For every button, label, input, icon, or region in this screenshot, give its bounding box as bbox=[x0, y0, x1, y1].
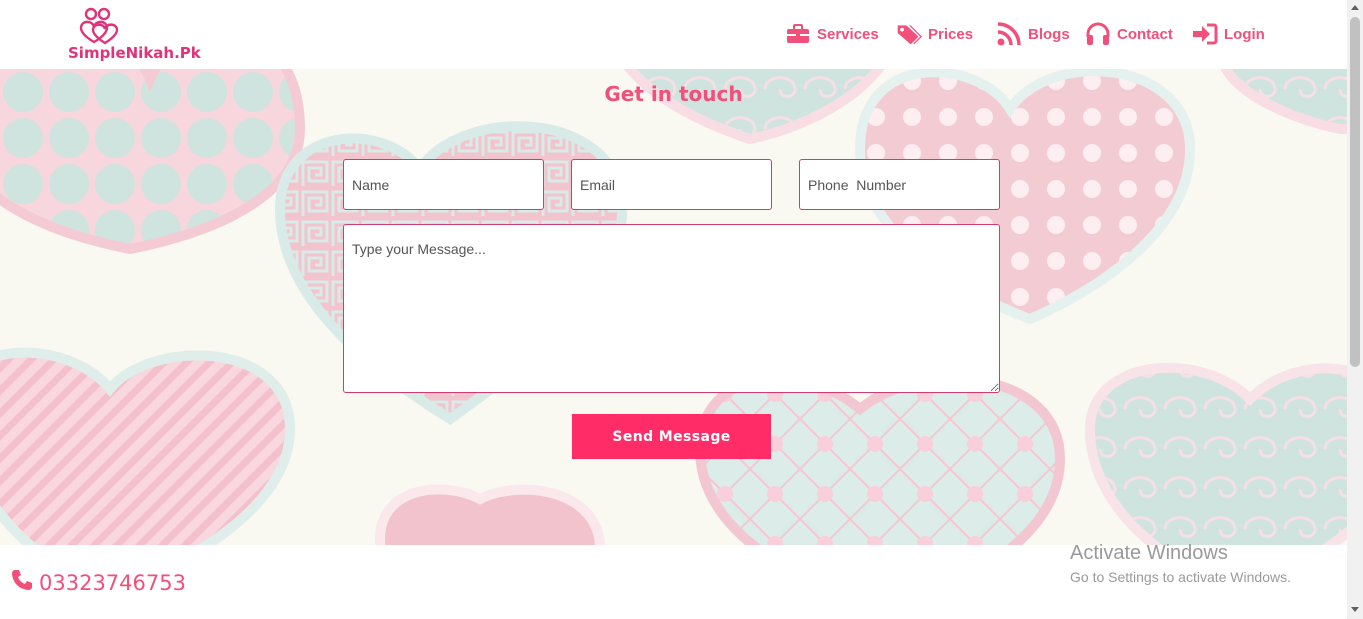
windows-activation-watermark: Activate Windows Go to Settings to activ… bbox=[1070, 542, 1291, 585]
phone-link[interactable]: 03323746753 bbox=[11, 569, 186, 596]
scroll-down-arrow-icon[interactable] bbox=[1351, 607, 1359, 612]
nav-services[interactable]: Services bbox=[785, 21, 879, 47]
phone-icon bbox=[11, 569, 33, 596]
email-input[interactable] bbox=[571, 159, 772, 210]
nav-label: Services bbox=[817, 25, 879, 43]
watermark-subtitle: Go to Settings to activate Windows. bbox=[1070, 569, 1291, 585]
vertical-scrollbar[interactable] bbox=[1347, 0, 1363, 619]
section-title: Get in touch bbox=[604, 82, 743, 106]
nav-label: Contact bbox=[1117, 25, 1173, 43]
name-input[interactable] bbox=[343, 159, 544, 210]
nav-prices[interactable]: Prices bbox=[896, 21, 973, 47]
nav-label: Prices bbox=[928, 25, 974, 43]
message-textarea[interactable] bbox=[343, 224, 1000, 393]
tags-icon bbox=[896, 21, 922, 47]
nav-blogs[interactable]: Blogs bbox=[996, 21, 1070, 47]
briefcase-icon bbox=[785, 21, 811, 47]
page: SimpleNikah.Pk Services Prices Blogs Con… bbox=[0, 0, 1347, 619]
scroll-up-arrow-icon[interactable] bbox=[1351, 5, 1359, 10]
phone-number: 03323746753 bbox=[39, 570, 186, 595]
contact-section: Get in touch Send Message bbox=[0, 69, 1347, 545]
nav-label: Login bbox=[1224, 25, 1265, 43]
watermark-title: Activate Windows bbox=[1070, 542, 1228, 564]
scrollbar-thumb[interactable] bbox=[1350, 17, 1360, 367]
site-logo[interactable]: SimpleNikah.Pk bbox=[68, 6, 201, 64]
phone-input[interactable] bbox=[799, 159, 1000, 210]
brand-name: SimpleNikah.Pk bbox=[68, 44, 201, 62]
sign-in-icon bbox=[1192, 21, 1218, 47]
nav-login[interactable]: Login bbox=[1192, 21, 1265, 47]
site-header: SimpleNikah.Pk Services Prices Blogs Con… bbox=[0, 0, 1347, 69]
rss-icon bbox=[996, 21, 1022, 47]
headphones-icon bbox=[1085, 21, 1111, 47]
couple-hearts-logo-icon bbox=[79, 7, 119, 45]
send-message-button[interactable]: Send Message bbox=[572, 414, 771, 459]
nav-label: Blogs bbox=[1028, 25, 1070, 43]
nav-contact[interactable]: Contact bbox=[1085, 21, 1173, 47]
